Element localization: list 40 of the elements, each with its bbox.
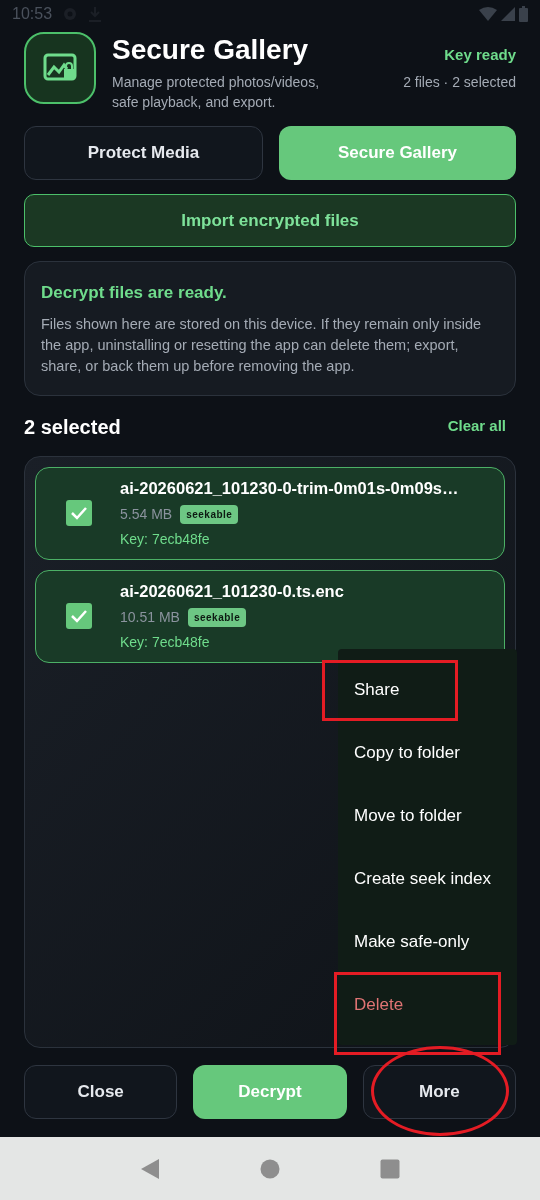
file-size: 5.54 MB <box>120 505 173 525</box>
file-key: Key: 7ecb48fe <box>120 632 344 654</box>
checkmark-icon <box>70 609 88 623</box>
page-title: Secure Gallery <box>112 33 309 67</box>
notice-text: Files shown here are stored on this device. If they remain only inside the app, uninstalling or resetting the app can delete them; export, share, or back them up before removing the app. <box>41 314 483 376</box>
menu-item[interactable]: Create seek index <box>338 866 492 892</box>
seekable-tag: seekable <box>187 608 247 628</box>
menu-item[interactable]: Delete <box>338 992 404 1018</box>
page-subtitle: Manage protected photos/videos, safe playback, and export. <box>112 73 321 112</box>
file-row[interactable]: ai-20260621_101230-0.ts.enc 10.51 MB seekable Key: 7ecb48fe <box>35 569 505 663</box>
checkbox[interactable] <box>66 500 92 526</box>
clear-all-link[interactable]: Clear all <box>447 415 516 438</box>
recents-icon[interactable] <box>380 1158 400 1179</box>
file-name: ai-20260621_101230-0.ts.enc <box>120 580 344 602</box>
selection-count: 2 selected <box>24 414 121 440</box>
battery-icon <box>519 6 528 22</box>
file-key: Key: 7ecb48fe <box>120 529 459 551</box>
home-icon[interactable] <box>260 1158 280 1179</box>
menu-item[interactable]: Copy to folder <box>338 740 460 766</box>
tab[interactable]: Protect Media <box>24 126 263 180</box>
checkbox[interactable] <box>66 603 92 629</box>
signal-icon <box>501 7 515 21</box>
action-button[interactable]: More <box>362 1064 516 1119</box>
wifi-icon <box>479 7 497 21</box>
status-time: 10:53 <box>12 4 53 24</box>
seekable-tag: seekable <box>180 505 239 525</box>
import-button[interactable]: Import encrypted files <box>24 194 516 247</box>
file-count: 2 files · 2 selected <box>403 73 516 92</box>
action-button[interactable]: Close <box>24 1064 178 1119</box>
menu-item[interactable]: Share <box>338 677 400 703</box>
notice-title: Decrypt files are ready. <box>41 282 228 304</box>
back-icon[interactable] <box>140 1157 160 1180</box>
menu-item[interactable]: Make safe-only <box>338 929 470 955</box>
image-lock-icon <box>43 53 77 83</box>
key-status: Key ready <box>444 44 516 65</box>
checkmark-icon <box>70 506 88 520</box>
file-row[interactable]: ai-20260621_101230-0-trim-0m01s-0m09s… 5.54 MB seekable Key: 7ecb48fe <box>35 466 505 560</box>
file-size: 10.51 MB <box>120 608 180 628</box>
menu-item[interactable]: Move to folder <box>338 803 462 829</box>
file-name: ai-20260621_101230-0-trim-0m01s-0m09s… <box>120 477 459 499</box>
